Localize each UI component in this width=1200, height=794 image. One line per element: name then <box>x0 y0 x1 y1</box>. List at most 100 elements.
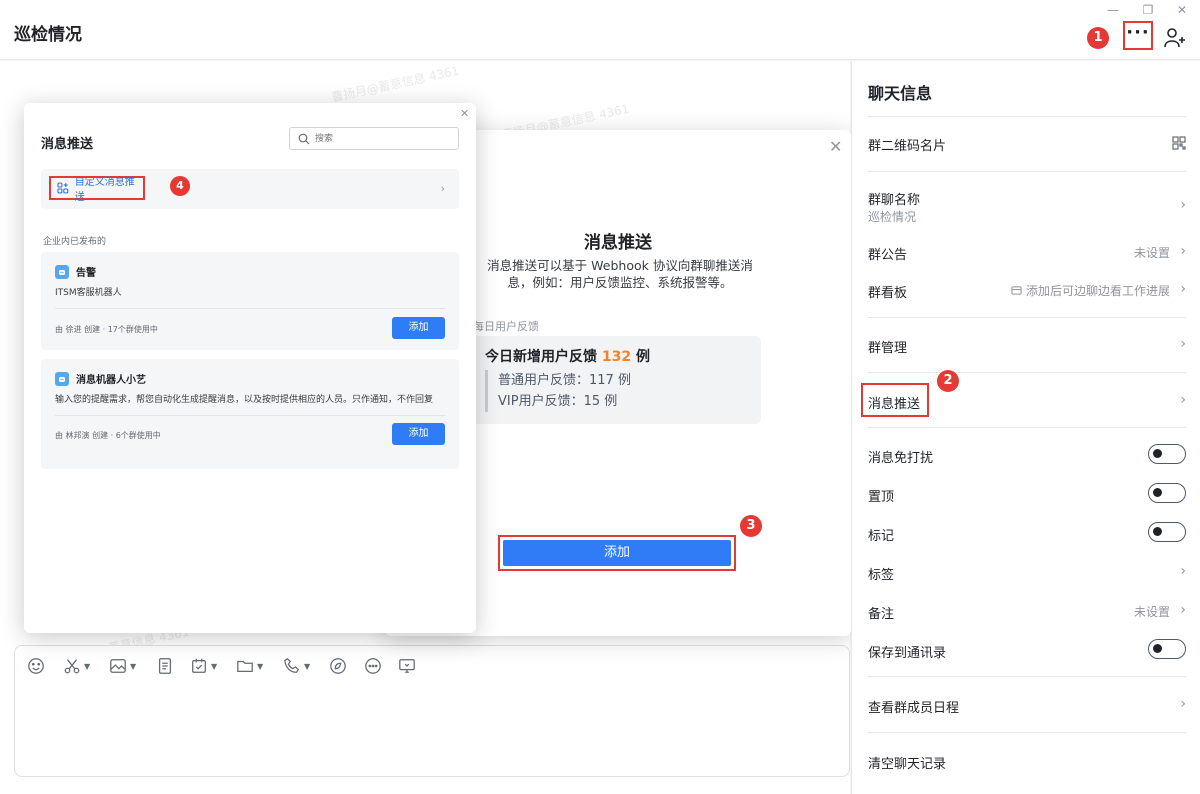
message-push-row[interactable]: 消息推送 › <box>868 392 1186 412</box>
section-label: 企业内已发布的 <box>43 237 107 247</box>
board-icon <box>1011 286 1022 295</box>
divider <box>55 308 445 309</box>
member-schedule-row[interactable]: 查看群成员日程 › <box>868 696 1186 716</box>
add-member-button[interactable] <box>1163 26 1187 50</box>
chevron-right-icon: › <box>1180 602 1186 618</box>
bot-description: ITSM客服机器人 <box>55 288 122 298</box>
search-box[interactable] <box>289 127 459 150</box>
tool-call[interactable]: ▼ <box>283 656 310 676</box>
chevron-right-icon: › <box>1180 336 1186 352</box>
custom-push-highlight[interactable]: 自定义消息推送 <box>49 176 145 203</box>
close-window-button[interactable]: ✕ <box>1175 3 1189 17</box>
save-contacts-row: 保存到通讯录 <box>868 639 1186 661</box>
close-icon[interactable]: ✕ <box>460 107 469 120</box>
chevron-right-icon: › <box>1180 197 1186 213</box>
feedback-title: 今日新增用户反馈 132 例 <box>485 349 650 365</box>
dialog-title: 消息推送 <box>41 137 94 152</box>
mark-toggle[interactable] <box>1148 522 1186 542</box>
search-input[interactable] <box>315 131 455 147</box>
feedback-label: 每日用户反馈 <box>473 320 539 333</box>
add-bot-button[interactable]: 添加 <box>392 317 445 339</box>
tool-document[interactable] <box>156 656 174 676</box>
mark-row: 标记 <box>868 522 1186 544</box>
restore-button[interactable]: ❐ <box>1141 3 1155 17</box>
feedback-line: 普通用户反馈：117 例 <box>498 373 631 388</box>
apps-icon <box>57 182 69 194</box>
image-icon <box>110 659 126 673</box>
more-options-button[interactable]: ··· <box>1123 21 1153 50</box>
step-badge-3: 3 <box>740 515 762 537</box>
pin-toggle[interactable] <box>1148 483 1186 503</box>
tool-emoji[interactable] <box>27 656 45 676</box>
mute-row: 消息免打扰 <box>868 444 1186 466</box>
pin-row: 置顶 <box>868 483 1186 505</box>
search-icon <box>298 133 310 145</box>
minimize-button[interactable]: — <box>1106 3 1120 17</box>
save-contacts-toggle[interactable] <box>1148 639 1186 659</box>
watermark: 曹扬月@蓄意信息 4361 <box>330 63 461 105</box>
robot-icon <box>59 269 65 275</box>
bot-description: 输入您的提醒需求，帮您自动化生成提醒消息，以及按时提供相应的人员。只作通知，不作… <box>55 395 434 405</box>
step-badge-4: 4 <box>170 176 190 196</box>
chevron-right-icon: › <box>440 182 445 195</box>
announcement-row[interactable]: 群公告 未设置 › <box>868 243 1186 263</box>
bot-meta: 由 徐进 创建 · 17个群使用中 <box>55 325 158 334</box>
qr-code-icon <box>1172 136 1186 150</box>
bot-name: 消息机器人小艺 <box>76 375 146 386</box>
group-manage-row[interactable]: 群管理 › <box>868 336 1186 356</box>
step-badge-2: 2 <box>937 370 959 392</box>
chevron-right-icon: › <box>1180 392 1186 408</box>
chat-title: 巡检情况 <box>14 25 82 45</box>
panel-title: 聊天信息 <box>868 84 933 103</box>
clear-history-row[interactable]: 清空聊天记录 <box>868 753 1186 772</box>
mute-toggle[interactable] <box>1148 444 1186 464</box>
chevron-right-icon: › <box>1180 563 1186 579</box>
message-composer[interactable]: ▼ ▼ ▼ ▼ ▼ <box>14 645 850 777</box>
group-board-row[interactable]: 群看板 添加后可边聊边看工作进展 › <box>868 281 1186 301</box>
tool-screenshot[interactable]: ▼ <box>63 656 90 676</box>
screen-icon <box>399 659 415 673</box>
emoji-icon <box>28 658 44 674</box>
document-icon <box>158 658 172 674</box>
bot-card: 消息机器人小艺 输入您的提醒需求，帮您自动化生成提醒消息，以及按时提供相应的人员… <box>41 359 459 469</box>
tool-image[interactable]: ▼ <box>109 656 136 676</box>
chat-info-panel: 聊天信息 群二维码名片 群聊名称 › 巡检情况 群公告 未设置 › 群看板 添加… <box>851 61 1200 794</box>
tool-rocket[interactable] <box>329 656 347 676</box>
custom-push-row[interactable]: 自定义消息推送 4 › <box>41 169 459 209</box>
close-icon[interactable]: ✕ <box>829 137 842 156</box>
remark-row[interactable]: 备注 未设置 › <box>868 602 1186 622</box>
feedback-breakdown: 普通用户反馈：117 例 VIP用户反馈：15 例 <box>485 370 631 412</box>
feedback-line: VIP用户反馈：15 例 <box>498 394 618 409</box>
add-push-button[interactable]: 添加 <box>503 540 731 566</box>
robot-icon <box>59 376 65 382</box>
add-push-button-frame[interactable]: 添加 <box>498 535 736 571</box>
feedback-preview-card: 今日新增用户反馈 132 例 普通用户反馈：117 例 VIP用户反馈：15 例 <box>473 336 761 424</box>
divider <box>55 415 445 416</box>
tags-row[interactable]: 标签 › <box>868 563 1186 583</box>
feedback-count: 132 <box>601 349 632 365</box>
rocket-icon <box>330 658 346 674</box>
folder-icon <box>237 660 253 673</box>
more-circle-icon <box>365 658 381 674</box>
tool-screen-share[interactable] <box>398 656 416 676</box>
bot-avatar <box>55 371 69 386</box>
chevron-right-icon: › <box>1180 281 1186 297</box>
phone-icon <box>284 657 300 673</box>
bot-card: 告警 ITSM客服机器人 由 徐进 创建 · 17个群使用中 添加 <box>41 252 459 350</box>
push-list-dialog: ✕ 消息推送 自定义消息推送 4 › 企业内已发布的 告警 ITSM客服机器人 … <box>24 103 476 633</box>
add-bot-button[interactable]: 添加 <box>392 423 445 445</box>
tool-more[interactable] <box>364 656 382 676</box>
task-icon <box>192 658 206 673</box>
chevron-right-icon: › <box>1180 243 1186 259</box>
qr-card-row[interactable]: 群二维码名片 <box>868 135 1186 154</box>
add-person-icon <box>1164 28 1185 48</box>
tool-task[interactable]: ▼ <box>190 656 217 676</box>
title-bar: 巡检情况 — ❐ ✕ 1 ··· <box>0 0 1200 60</box>
bot-avatar <box>55 264 69 279</box>
dialog-description: 消息推送可以基于 Webhook 协议向群聊推送消息，例如：用户反馈监控、系统报… <box>487 258 753 290</box>
scissors-icon <box>64 659 80 674</box>
bot-name: 告警 <box>76 268 96 279</box>
group-name-row[interactable]: 群聊名称 › <box>868 189 1186 213</box>
tool-folder[interactable]: ▼ <box>236 656 263 676</box>
custom-push-label: 自定义消息推送 <box>74 177 135 203</box>
